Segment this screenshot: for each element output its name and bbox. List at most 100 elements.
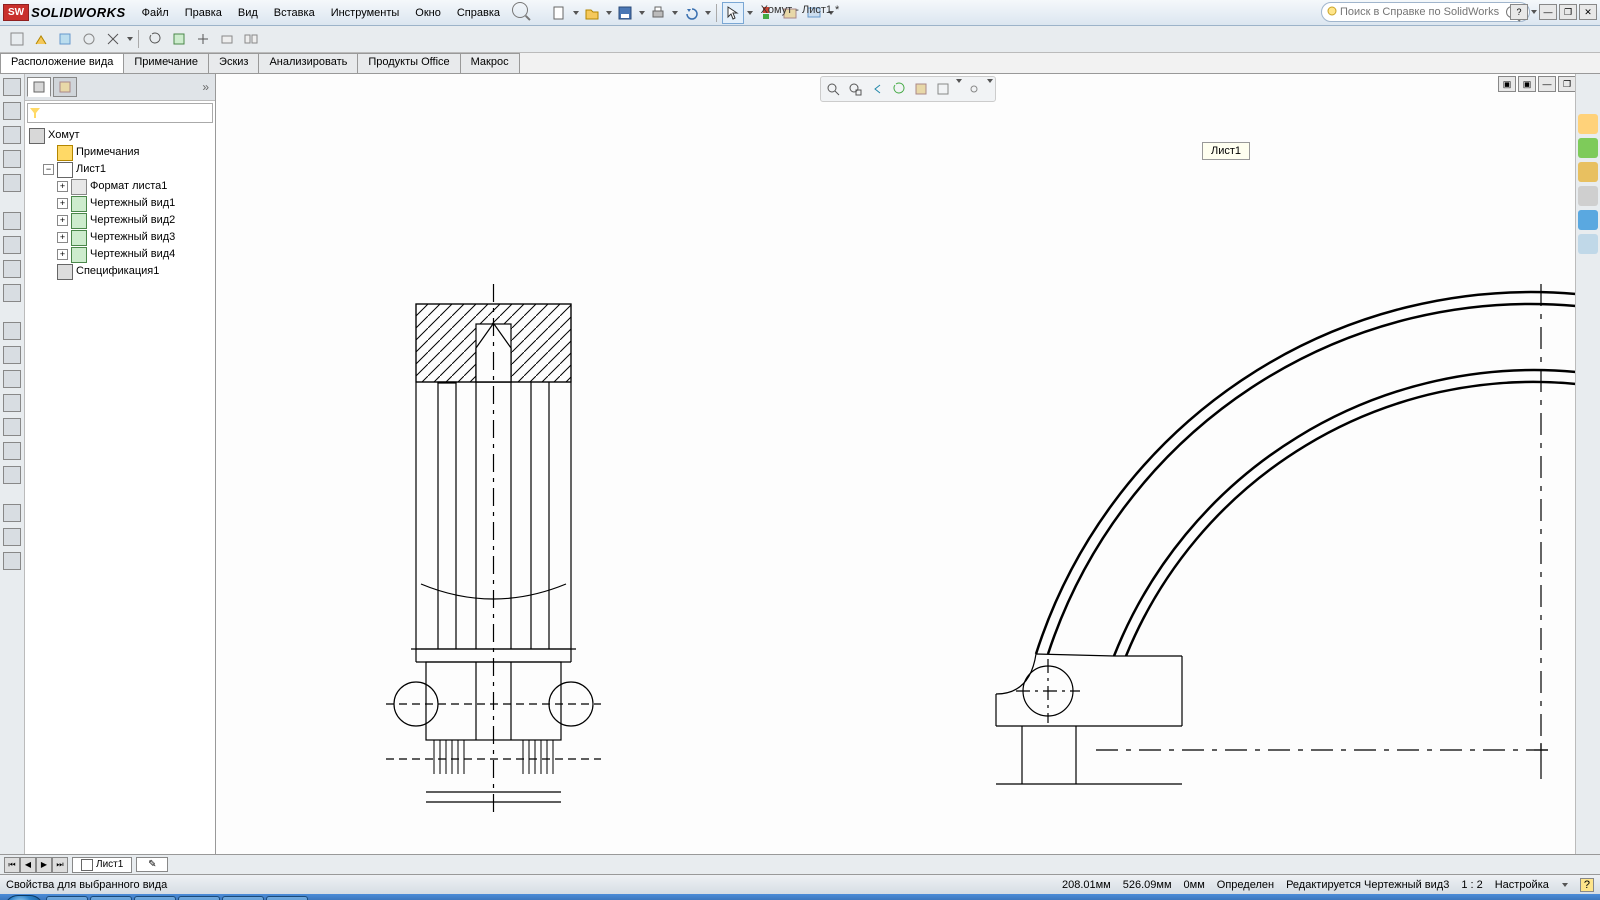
tb2-icon-6[interactable] xyxy=(144,28,166,50)
tree-format[interactable]: +Формат листа1 xyxy=(29,178,211,195)
menu-insert[interactable]: Вставка xyxy=(266,2,323,24)
select-dropdown[interactable] xyxy=(747,11,753,15)
start-button[interactable] xyxy=(4,895,44,900)
add-sheet-tab[interactable]: ✎ xyxy=(136,857,168,872)
tree-view-3[interactable]: +Чертежный вид3 xyxy=(29,229,211,246)
rail-icon-19[interactable] xyxy=(3,552,21,570)
help-dropdown[interactable] xyxy=(1531,10,1537,14)
restore-button[interactable]: ❐ xyxy=(1559,4,1577,20)
rail-icon-12[interactable] xyxy=(3,370,21,388)
new-doc-dropdown[interactable] xyxy=(573,11,579,15)
taskpane-appearances[interactable] xyxy=(1578,210,1598,230)
tree-view-1[interactable]: +Чертежный вид1 xyxy=(29,195,211,212)
save-button[interactable] xyxy=(614,2,636,24)
print-button[interactable] xyxy=(647,2,669,24)
sheet-next[interactable]: ▶ xyxy=(36,857,52,873)
new-doc-button[interactable] xyxy=(548,2,570,24)
menu-file[interactable]: Файл xyxy=(134,2,177,24)
tb2-icon-7[interactable] xyxy=(168,28,190,50)
rail-icon-4[interactable] xyxy=(3,150,21,168)
menu-window[interactable]: Окно xyxy=(407,2,449,24)
tree-spec[interactable]: Спецификация1 xyxy=(29,263,211,280)
tree-view-4[interactable]: +Чертежный вид4 xyxy=(29,246,211,263)
sheet-first[interactable]: ⏮ xyxy=(4,857,20,873)
status-custom-dropdown[interactable] xyxy=(1562,883,1568,887)
sheet-tab-1[interactable]: Лист1 xyxy=(72,857,132,873)
tb2-icon-2[interactable] xyxy=(30,28,52,50)
rail-icon-10[interactable] xyxy=(3,322,21,340)
rail-icon-9[interactable] xyxy=(3,284,21,302)
tb2-icon-8[interactable] xyxy=(192,28,214,50)
tree-sheet[interactable]: −Лист1 xyxy=(29,161,211,178)
tb2-icon-9[interactable] xyxy=(216,28,238,50)
rail-icon-18[interactable] xyxy=(3,528,21,546)
cmd-tab-sketch[interactable]: Эскиз xyxy=(208,53,259,73)
tb2-icon-1[interactable] xyxy=(6,28,28,50)
select-button[interactable] xyxy=(722,2,744,24)
drawing-viewport[interactable]: ▣ ▣ — ❐ ✕ Лист1 xyxy=(216,74,1600,854)
feature-filter[interactable] xyxy=(27,103,213,123)
undo-button[interactable] xyxy=(680,2,702,24)
fp-collapse-icon[interactable]: » xyxy=(202,80,209,94)
cmd-tab-view-layout[interactable]: Расположение вида xyxy=(0,53,124,73)
menu-tools[interactable]: Инструменты xyxy=(323,2,408,24)
rail-icon-5[interactable] xyxy=(3,174,21,192)
cmd-tab-evaluate[interactable]: Анализировать xyxy=(258,53,358,73)
expand-icon[interactable]: + xyxy=(57,249,68,260)
expand-icon[interactable]: + xyxy=(57,198,68,209)
expand-icon[interactable]: + xyxy=(57,181,68,192)
expand-icon[interactable]: + xyxy=(57,215,68,226)
open-doc-dropdown[interactable] xyxy=(606,11,612,15)
rail-icon-6[interactable] xyxy=(3,212,21,230)
tree-annotations[interactable]: Примечания xyxy=(29,144,211,161)
close-button[interactable]: ✕ xyxy=(1579,4,1597,20)
taskpane-custom[interactable] xyxy=(1578,234,1598,254)
taskpane-palette[interactable] xyxy=(1578,186,1598,206)
rail-icon-13[interactable] xyxy=(3,394,21,412)
sheet-prev[interactable]: ◀ xyxy=(20,857,36,873)
rail-icon-15[interactable] xyxy=(3,442,21,460)
menu-view[interactable]: Вид xyxy=(230,2,266,24)
rail-icon-2[interactable] xyxy=(3,102,21,120)
task-app-2[interactable] xyxy=(90,896,132,900)
fp-tab-config[interactable] xyxy=(53,77,77,97)
tb2-icon-5[interactable] xyxy=(102,28,124,50)
rail-icon-17[interactable] xyxy=(3,504,21,522)
task-app-1[interactable] xyxy=(46,896,88,900)
task-app-6[interactable] xyxy=(266,896,308,900)
rail-icon-7[interactable] xyxy=(3,236,21,254)
rail-icon-1[interactable] xyxy=(3,78,21,96)
rail-icon-3[interactable] xyxy=(3,126,21,144)
print-dropdown[interactable] xyxy=(672,11,678,15)
task-app-5[interactable] xyxy=(222,896,264,900)
task-app-4[interactable] xyxy=(178,896,220,900)
taskpane-explorer[interactable] xyxy=(1578,162,1598,182)
task-app-3[interactable] xyxy=(134,896,176,900)
cmd-tab-office[interactable]: Продукты Office xyxy=(357,53,460,73)
tb2-icon-10[interactable] xyxy=(240,28,262,50)
tb2-icon-3[interactable] xyxy=(54,28,76,50)
cmd-tab-annotation[interactable]: Примечание xyxy=(123,53,209,73)
undo-dropdown[interactable] xyxy=(705,11,711,15)
search-icon[interactable] xyxy=(512,2,528,18)
tb2-dd-5[interactable] xyxy=(127,37,133,41)
help-button[interactable]: ? xyxy=(1510,4,1528,20)
open-doc-button[interactable] xyxy=(581,2,603,24)
tree-view-2[interactable]: +Чертежный вид2 xyxy=(29,212,211,229)
taskpane-library[interactable] xyxy=(1578,138,1598,158)
rail-icon-8[interactable] xyxy=(3,260,21,278)
rail-icon-16[interactable] xyxy=(3,466,21,484)
status-custom[interactable]: Настройка xyxy=(1495,879,1549,891)
rail-icon-11[interactable] xyxy=(3,346,21,364)
help-search[interactable] xyxy=(1321,2,1530,22)
collapse-icon[interactable]: − xyxy=(43,164,54,175)
rail-icon-14[interactable] xyxy=(3,418,21,436)
sheet-last[interactable]: ⏭ xyxy=(52,857,68,873)
tree-root[interactable]: Хомут xyxy=(29,127,211,144)
tb2-icon-4[interactable] xyxy=(78,28,100,50)
menu-edit[interactable]: Правка xyxy=(177,2,230,24)
menu-help[interactable]: Справка xyxy=(449,2,508,24)
expand-icon[interactable]: + xyxy=(57,232,68,243)
help-search-input[interactable] xyxy=(1338,5,1502,19)
taskpane-resources[interactable] xyxy=(1578,114,1598,134)
